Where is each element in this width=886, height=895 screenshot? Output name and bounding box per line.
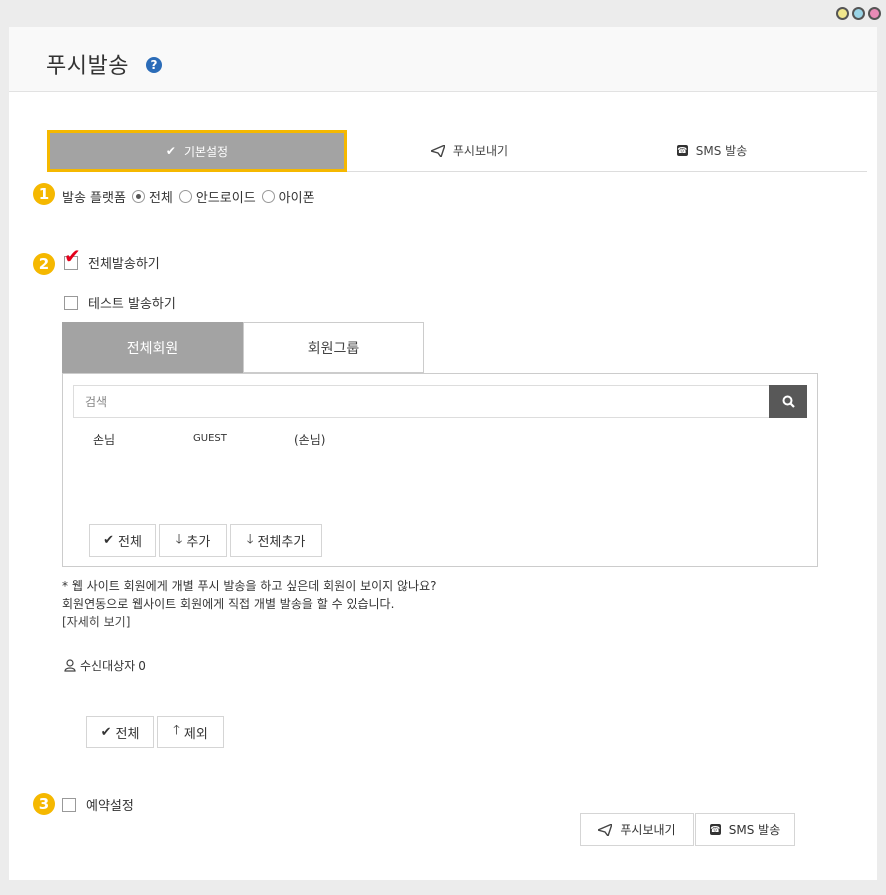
remove-label: 제외	[183, 726, 208, 742]
member-id: GUEST	[193, 433, 227, 444]
member-name[interactable]: 손님	[93, 431, 115, 448]
window-dot-blue[interactable]	[852, 7, 865, 20]
window-dot-pink[interactable]	[868, 7, 881, 20]
arrow-up-icon: 🡑	[173, 723, 180, 738]
add-all-button[interactable]: 🡓 전체추가	[230, 524, 322, 557]
select-all-button[interactable]: ✔ 전체	[89, 524, 156, 557]
paper-plane-icon	[430, 144, 445, 157]
reservation-row: 예약설정	[62, 795, 134, 814]
send-push-button[interactable]: 푸시보내기	[580, 813, 694, 846]
main-panel: 푸시발송 ? ✔ 기본설정 푸시보내기 ☎ SMS 발송 1 발송 플랫폼 전체…	[9, 27, 877, 880]
top-tabs: ✔ 기본설정 푸시보내기 ☎ SMS 발송	[47, 130, 867, 172]
tab-all-members[interactable]: 전체회원	[62, 322, 243, 373]
send-all-row: ✔ 전체발송하기	[64, 246, 160, 272]
send-sms-label: SMS 발송	[728, 823, 781, 837]
red-check-icon: ✔	[64, 243, 81, 268]
check-icon: ✔	[100, 724, 112, 740]
send-sms-button[interactable]: ☎ SMS 발송	[695, 813, 795, 846]
info-text: * 웹 사이트 회원에게 개별 푸시 발송을 하고 싶은데 회원이 보이지 않나…	[62, 577, 437, 631]
help-icon[interactable]: ?	[146, 57, 162, 73]
platform-row: 발송 플랫폼 전체 안드로이드 아이폰	[62, 187, 315, 206]
recipients: 수신대상자 0	[64, 657, 146, 674]
test-send-row: 테스트 발송하기	[64, 293, 176, 312]
phone-icon: ☎	[676, 145, 688, 156]
tab-member-groups[interactable]: 회원그룹	[243, 322, 424, 373]
remove-button[interactable]: 🡑 제외	[157, 716, 224, 748]
tab-send-push[interactable]: 푸시보내기	[347, 130, 592, 171]
window-dot-yellow[interactable]	[836, 7, 849, 20]
member-nickname: (손님)	[294, 433, 326, 447]
recipients-label: 수신대상자	[80, 659, 136, 673]
page-title: 푸시발송	[46, 54, 129, 79]
radio-android-label: 안드로이드	[195, 191, 256, 206]
reservation-checkbox[interactable]	[62, 797, 76, 812]
user-icon	[64, 659, 76, 672]
search-button[interactable]	[769, 385, 807, 418]
send-all-label: 전체발송하기	[88, 257, 160, 272]
details-link[interactable]: [자세히 보기]	[62, 613, 437, 631]
radio-android[interactable]	[178, 190, 192, 203]
page-header: 푸시발송 ?	[9, 27, 877, 92]
tab-sms-send[interactable]: ☎ SMS 발송	[592, 130, 832, 171]
search-input[interactable]	[73, 385, 770, 418]
tab-label: 푸시보내기	[452, 144, 509, 158]
send-push-label: 푸시보내기	[620, 823, 676, 837]
reservation-label: 예약설정	[86, 799, 134, 814]
radio-all[interactable]	[131, 190, 145, 203]
tab-basic-settings[interactable]: ✔ 기본설정	[47, 130, 347, 172]
radio-iphone-label: 아이폰	[278, 191, 315, 206]
add-all-label: 전체추가	[257, 535, 306, 550]
window-controls	[836, 7, 881, 20]
add-label: 추가	[186, 535, 211, 550]
recipients-all-button[interactable]: ✔ 전체	[86, 716, 154, 748]
radio-all-label: 전체	[148, 191, 173, 206]
paper-plane-icon	[598, 823, 613, 836]
search-icon	[782, 395, 795, 408]
member-search-box: 손님 GUEST (손님) ✔ 전체 🡓 추가 🡓 전체추가	[62, 373, 818, 567]
arrow-down-icon: 🡓	[246, 531, 254, 547]
add-button[interactable]: 🡓 추가	[159, 524, 227, 557]
step-2-badge: 2	[33, 253, 55, 275]
tab-label: 기본설정	[183, 144, 229, 159]
test-send-label: 테스트 발송하기	[88, 297, 176, 312]
phone-icon: ☎	[709, 824, 721, 835]
member-tabs: 전체회원 회원그룹	[62, 322, 424, 373]
platform-label: 발송 플랫폼	[62, 191, 126, 206]
select-all-label: 전체	[117, 535, 142, 550]
recipients-all-label: 전체	[115, 726, 140, 742]
check-icon: ✔	[103, 533, 114, 548]
recipients-count: 0	[138, 658, 146, 673]
radio-iphone[interactable]	[261, 190, 275, 203]
step-3-badge: 3	[33, 793, 55, 815]
send-all-checkbox[interactable]: ✔	[64, 246, 81, 270]
test-send-checkbox[interactable]	[64, 295, 78, 310]
info-line-1: * 웹 사이트 회원에게 개별 푸시 발송을 하고 싶은데 회원이 보이지 않나…	[62, 579, 437, 593]
info-line-2: 회원연동으로 웹사이트 회원에게 직접 개별 발송을 할 수 있습니다.	[62, 597, 395, 611]
step-1-badge: 1	[33, 183, 55, 205]
check-icon: ✔	[165, 144, 176, 158]
arrow-down-icon: 🡓	[175, 531, 183, 547]
tab-label: SMS 발송	[695, 144, 748, 158]
